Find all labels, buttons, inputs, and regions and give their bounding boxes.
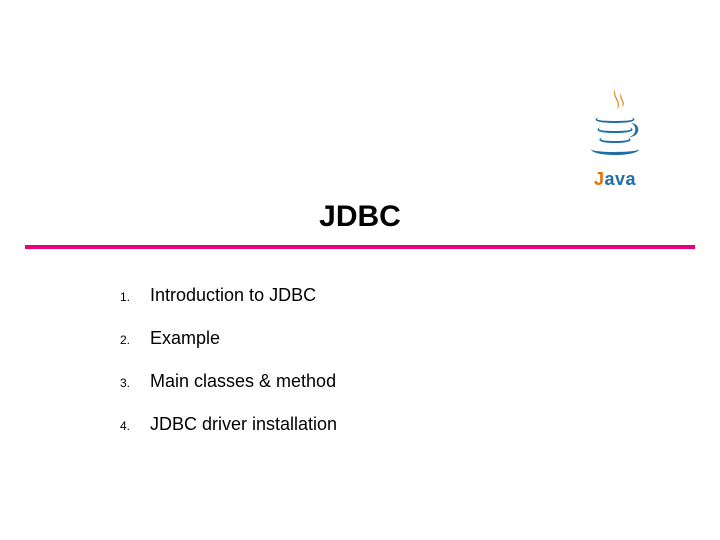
java-logo-text: Java [594, 169, 636, 190]
list-item-number: 1. [120, 290, 150, 304]
title-rule [25, 245, 695, 249]
list-item-text: Introduction to JDBC [150, 285, 316, 306]
list-item: 3. Main classes & method [120, 371, 620, 392]
list-item-text: Main classes & method [150, 371, 336, 392]
list-item-number: 4. [120, 419, 150, 433]
slide: Java JDBC 1. Introduction to JDBC 2. Exa… [0, 0, 720, 540]
list-item: 2. Example [120, 328, 620, 349]
list-item-text: JDBC driver installation [150, 414, 337, 435]
java-logo-icon [585, 87, 645, 167]
list-item: 1. Introduction to JDBC [120, 285, 620, 306]
slide-title: JDBC [0, 200, 720, 234]
outline-list: 1. Introduction to JDBC 2. Example 3. Ma… [120, 285, 620, 457]
list-item-number: 2. [120, 333, 150, 347]
list-item: 4. JDBC driver installation [120, 414, 620, 435]
list-item-number: 3. [120, 376, 150, 390]
list-item-text: Example [150, 328, 220, 349]
java-logo: Java [570, 80, 660, 190]
